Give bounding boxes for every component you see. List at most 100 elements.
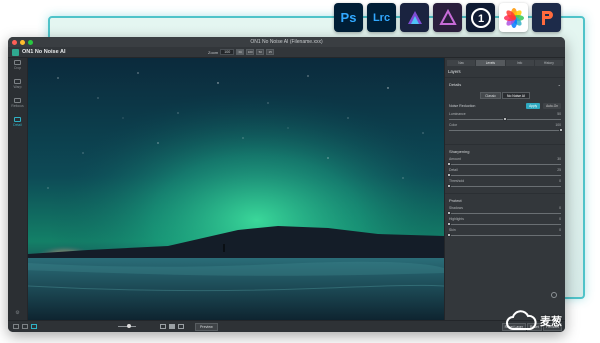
protect-header[interactable]: Protect: [445, 193, 565, 204]
help-icon[interactable]: [551, 292, 557, 298]
tab-history[interactable]: History: [534, 60, 563, 66]
rail-item-label: Crop: [13, 66, 22, 70]
sharpening-title: Sharpening: [449, 149, 470, 154]
settings-icon[interactable]: ⚙: [8, 310, 27, 316]
on1-icon: 1: [466, 3, 495, 32]
threshold-slider[interactable]: Threshold 0: [445, 177, 565, 188]
shadows-slider[interactable]: Shadows 0: [445, 204, 565, 215]
auto-on-button[interactable]: Auto-On: [543, 103, 561, 109]
view-50-button[interactable]: 50: [256, 49, 265, 55]
slider-knob[interactable]: [447, 233, 451, 237]
rail-item-crop[interactable]: Crop: [8, 60, 27, 77]
crop-icon: [14, 60, 21, 65]
top-toolbar: ON1 No Noise AI Zoom 100 Fit 100 50 25: [8, 47, 565, 58]
slider-label: Skin: [449, 228, 456, 232]
slider-knob[interactable]: [559, 128, 563, 132]
mask-view-icon[interactable]: [178, 324, 184, 329]
on1-icon-label: 1: [477, 13, 483, 25]
slider-value: 0: [559, 179, 561, 183]
slider-track[interactable]: [447, 211, 561, 215]
panel-tabs: Nav Levels Info History: [445, 58, 565, 66]
rail-item-detail[interactable]: Detail: [8, 117, 27, 134]
image-canvas[interactable]: [28, 58, 444, 320]
no-noise-ai-mode-button[interactable]: No Noise AI: [502, 92, 530, 99]
rail-item-label: Refocus: [11, 104, 24, 108]
tab-info[interactable]: Info: [505, 60, 534, 66]
view-fit-button[interactable]: Fit: [236, 49, 245, 55]
app-name: ON1 No Noise AI: [22, 49, 66, 55]
view-mode-icons: [160, 324, 184, 329]
skin-slider[interactable]: Skin 0: [445, 226, 565, 237]
slider-knob[interactable]: [503, 117, 507, 121]
slider-track[interactable]: [447, 162, 561, 166]
apple-photos-icon: [499, 3, 528, 32]
highlights-slider[interactable]: Highlights 0: [445, 215, 565, 226]
status-bar: Preview Reset Layer Reset Previous: [8, 320, 565, 332]
slider-track[interactable]: [449, 117, 561, 121]
layers-title: Layers: [448, 69, 461, 74]
luminance-slider[interactable]: Luminance 50: [445, 110, 565, 121]
slider-label: Luminance: [449, 112, 466, 116]
lightroom-classic-icon: Lrc: [367, 3, 396, 32]
cloud-icon: [506, 310, 537, 330]
slider-track[interactable]: [447, 184, 561, 188]
slider-knob[interactable]: [447, 222, 451, 226]
protect-title: Protect: [449, 198, 462, 203]
zoom-slider[interactable]: [118, 324, 136, 328]
single-view-icon[interactable]: [160, 324, 166, 329]
color-slider[interactable]: Color 100: [445, 121, 565, 132]
slider-value: 0: [559, 206, 561, 210]
slider-label: Shadows: [449, 206, 463, 210]
detail-icon: [14, 117, 21, 122]
zoom-select[interactable]: 100: [220, 49, 235, 55]
slider-value: 25: [557, 168, 561, 172]
slider-knob[interactable]: [447, 173, 451, 177]
details-header[interactable]: Details ⌄: [445, 77, 565, 88]
slider-knob[interactable]: [447, 211, 451, 215]
rail-item-label: Detail: [13, 123, 22, 127]
zoom-controls: Zoom 100 Fit 100 50 25: [208, 49, 275, 55]
sharpening-header[interactable]: Sharpening: [445, 144, 565, 155]
apply-button[interactable]: Apply: [526, 103, 541, 109]
layout-icon[interactable]: [31, 324, 37, 329]
slider-knob[interactable]: [447, 184, 451, 188]
title-bar: ON1 No Noise AI (Filename.xxx): [8, 37, 565, 47]
slider-label: Detail: [449, 168, 458, 172]
amount-slider[interactable]: Amount 30: [445, 155, 565, 166]
chevron-down-icon: ⌄: [557, 82, 561, 87]
classic-mode-button[interactable]: Classic: [480, 92, 502, 99]
corel-paintshop-icon: [532, 3, 561, 32]
preview-button[interactable]: Preview: [195, 323, 218, 331]
slider-track[interactable]: [447, 233, 561, 237]
slider-value: 50: [557, 112, 561, 116]
split-view-icon[interactable]: [169, 324, 175, 329]
refocus-icon: [14, 98, 21, 103]
affinity-icon: [433, 3, 462, 32]
view-100-button[interactable]: 100: [246, 49, 255, 55]
app-window: ON1 No Noise AI (Filename.xxx) ON1 No No…: [8, 37, 565, 332]
watermark-text: 麦葱: [540, 316, 562, 328]
slider-track[interactable]: [447, 222, 561, 226]
rail-item-refocus[interactable]: Refocus: [8, 98, 27, 115]
slider-label: Amount: [449, 157, 461, 161]
slider-value: 100: [555, 123, 561, 127]
aurora-photo: [28, 58, 444, 320]
compare-icon[interactable]: [22, 324, 28, 329]
workspace: Crop Warp Refocus Detail ⚙ Nav Levels In…: [8, 58, 565, 320]
left-tool-rail: Crop Warp Refocus Detail ⚙: [8, 58, 28, 320]
detail-slider[interactable]: Detail 25: [445, 166, 565, 177]
tab-nav[interactable]: Nav: [447, 60, 476, 66]
view-25-button[interactable]: 25: [266, 49, 275, 55]
slider-value: 0: [559, 228, 561, 232]
slider-label: Threshold: [449, 179, 465, 183]
slider-knob[interactable]: [447, 162, 451, 166]
window-title: ON1 No Noise AI (Filename.xxx): [250, 39, 323, 45]
slider-value: 0: [559, 217, 561, 221]
slider-value: 30: [557, 157, 561, 161]
slider-track[interactable]: [447, 173, 561, 177]
slider-track[interactable]: [449, 128, 563, 132]
rail-item-warp[interactable]: Warp: [8, 79, 27, 96]
tab-levels[interactable]: Levels: [476, 60, 505, 66]
noise-reduction-label: Noise Reduction: [449, 104, 476, 108]
browse-icon[interactable]: [13, 324, 19, 329]
